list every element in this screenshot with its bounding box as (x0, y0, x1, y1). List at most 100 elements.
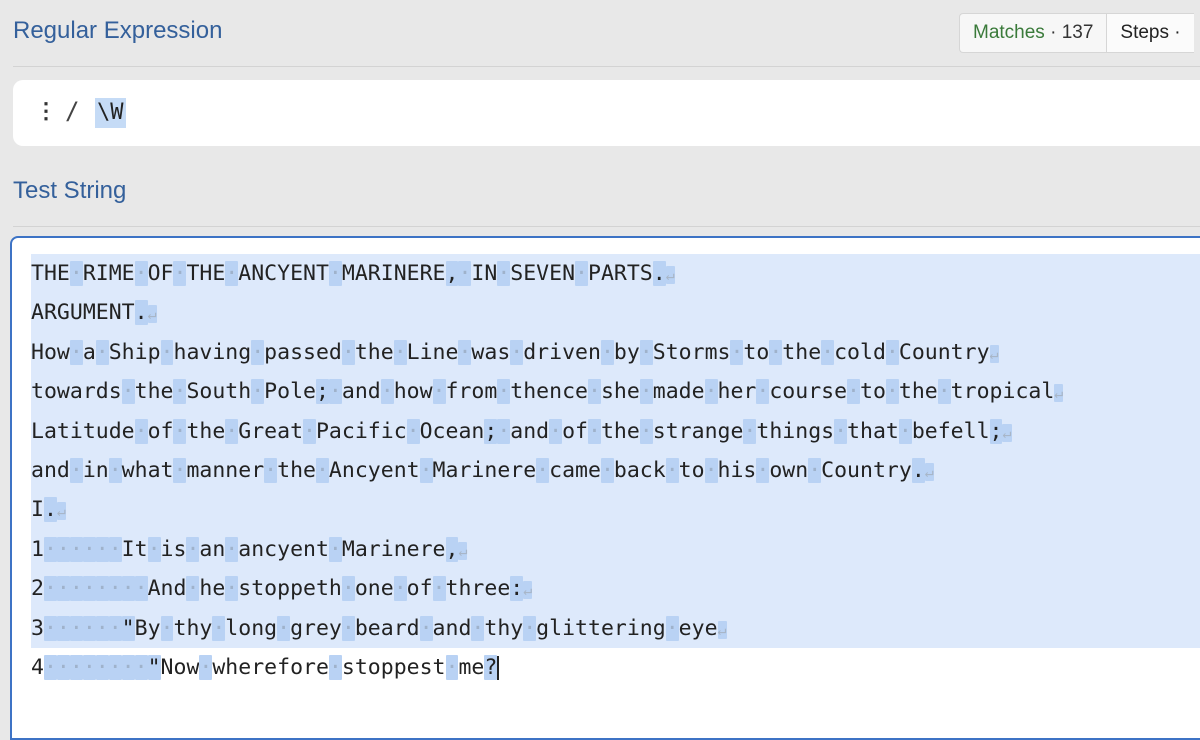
match-highlight: · (95, 339, 109, 365)
text-char: N (562, 261, 576, 286)
text-char: s (600, 379, 614, 405)
match-highlight: ? (484, 654, 498, 680)
text-char: g (652, 615, 666, 641)
text-char: R (367, 261, 381, 286)
test-line[interactable]: towards·the·South·Pole;·and·how·from·the… (31, 372, 1200, 412)
text-char: t (587, 615, 601, 641)
text-char: e (212, 576, 226, 602)
matches-stat[interactable]: Matches · 137 (960, 14, 1106, 52)
match-highlight: · (108, 536, 122, 562)
text-char: n (303, 536, 316, 562)
test-line[interactable]: ARGUMENT.↵ (31, 293, 1200, 333)
regex-input-box[interactable]: ⋮ / \W (13, 80, 1200, 146)
match-highlight: · (341, 339, 355, 365)
text-char: 3 (31, 615, 44, 641)
text-char: r (963, 379, 977, 405)
text-char: r (885, 457, 899, 483)
text-char: n (587, 339, 601, 365)
text-char: n (251, 615, 265, 641)
text-char: e (678, 615, 692, 641)
match-highlight: · (380, 379, 394, 405)
vertical-ellipsis-icon[interactable]: ⋮ (35, 98, 57, 124)
text-char: h (860, 418, 873, 444)
text-char: u (847, 457, 860, 483)
steps-stat[interactable]: Steps · (1106, 14, 1194, 52)
text-char: M (432, 457, 446, 483)
test-string-editor[interactable]: THE·RIME·OF·THE·ANCYENT·MARINERE,·IN·SEV… (10, 236, 1200, 740)
text-char: y (328, 615, 342, 641)
text-char: w (56, 339, 70, 365)
text-char: o (277, 379, 291, 405)
match-highlight: · (147, 536, 161, 562)
text-char: r (419, 536, 433, 562)
text-char: w (471, 339, 485, 365)
text-char: r (251, 654, 265, 680)
text-char: E (523, 261, 537, 286)
text-char: d (367, 379, 381, 405)
text-char: s (238, 576, 252, 602)
test-string-lines[interactable]: THE·RIME·OF·THE·ANCYENT·MARINERE,·IN·SEV… (31, 254, 1200, 687)
text-char: T (315, 261, 329, 286)
test-line[interactable]: 2········And·he·stoppeth·one·of·three:↵ (31, 569, 1200, 609)
text-char: n (471, 418, 485, 444)
text-char: t (251, 576, 265, 602)
text-char: e (575, 339, 588, 365)
text-char: w (56, 379, 70, 405)
regex-delimiter: / (65, 97, 80, 125)
match-highlight: · (69, 536, 83, 562)
text-char: o (782, 379, 796, 405)
text-char: t (173, 615, 187, 641)
text-char: b (613, 457, 627, 483)
text-char: a (147, 457, 161, 483)
match-highlight: · (834, 418, 848, 444)
test-line[interactable]: and·in·what·manner·the·Ancyent·Marinere·… (31, 450, 1200, 491)
text-char: C (898, 339, 912, 365)
text-char: w (121, 457, 135, 483)
match-highlight: · (108, 457, 122, 483)
text-char: l (290, 379, 304, 405)
text-char: o (976, 379, 990, 405)
text-char: a (199, 457, 213, 483)
test-line[interactable]: 1······It·is·an·ancyent·Marinere,↵ (31, 529, 1200, 570)
test-line[interactable]: THE·RIME·OF·THE·ANCYENT·MARINERE,·IN·SEV… (31, 254, 1200, 294)
match-highlight: · (587, 379, 601, 405)
text-char: O (419, 418, 433, 444)
match-highlight: · (406, 418, 420, 444)
match-highlight: · (56, 576, 70, 602)
test-line[interactable]: I.↵ (31, 490, 1200, 530)
text-char: c (432, 418, 446, 444)
match-highlight: · (69, 261, 83, 286)
match-highlight: · (600, 457, 614, 483)
text-char: t (56, 418, 70, 444)
match-highlight: · (121, 379, 135, 405)
text-char: d (678, 379, 692, 405)
text-char: r (458, 457, 472, 483)
text-char: t (782, 339, 796, 365)
text-char: o (367, 654, 381, 680)
match-highlight: · (885, 379, 899, 405)
text-char: c (1015, 379, 1029, 405)
text-char: e (808, 339, 822, 365)
text-char: f (445, 379, 459, 405)
match-highlight: · (160, 339, 174, 365)
text-char: c (341, 418, 355, 444)
text-char: r (367, 536, 381, 562)
text-char: w (782, 457, 796, 483)
match-highlight: · (341, 576, 355, 602)
text-char: t (277, 457, 291, 483)
match-highlight: · (95, 615, 109, 641)
test-line[interactable]: How·a·Ship·having·passed·the·Line·was·dr… (31, 332, 1200, 373)
text-char: n (523, 418, 537, 444)
text-char: A (147, 576, 161, 602)
text-char: e (406, 654, 420, 680)
text-char: i (160, 536, 174, 562)
test-line[interactable]: 3······"By·thy·long·grey·beard·and·thy·g… (31, 608, 1200, 648)
text-char: r (743, 379, 757, 405)
text-char: E (121, 261, 135, 286)
regex-pattern-input[interactable]: \W (95, 98, 126, 128)
test-line[interactable]: Latitude·of·the·Great·Pacific·Ocean;·and… (31, 411, 1200, 451)
text-char: s (652, 418, 666, 444)
text-char: t (432, 654, 446, 680)
test-line[interactable]: 4········"Now·wherefore·stoppest·me? (31, 648, 1200, 687)
text-char: r (678, 418, 692, 444)
